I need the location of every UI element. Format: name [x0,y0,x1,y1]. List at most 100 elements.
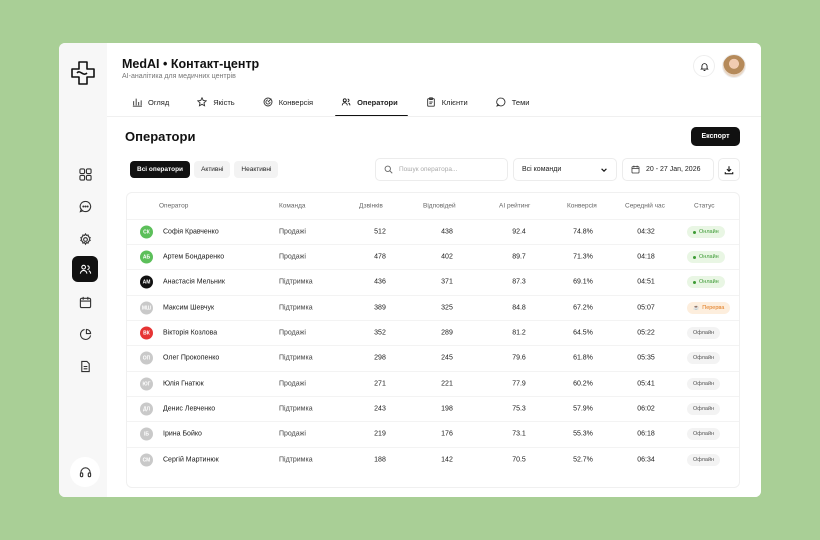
ai-rating-cell: 81.2 [512,329,526,337]
operator-name: Софія Кравченко [163,228,219,236]
team-cell: Підтримка [279,456,313,464]
calls-cell: 436 [374,278,386,286]
search-input[interactable] [399,166,499,173]
team-cell: Продажі [279,380,306,388]
calls-cell: 188 [374,456,386,464]
nav-reports-document-icon[interactable] [72,353,98,379]
conversion-cell: 55.3% [573,430,593,438]
nav-dashboard-grid-icon[interactable] [72,161,98,187]
ai-rating-cell: 77.9 [512,380,526,388]
header-status[interactable]: Статус [694,203,715,210]
avg-time-cell: 04:32 [637,228,655,236]
filter-all-operators[interactable]: Всі оператори [130,161,191,178]
nav-calendar-icon[interactable] [72,289,98,315]
sidebar [59,43,107,497]
support-headset-icon[interactable] [70,457,100,487]
calendar-icon [631,165,640,174]
status-label: Офлайн [693,330,715,336]
search-box [375,158,508,181]
team-cell: Продажі [279,430,306,438]
table-row[interactable]: ОП Олег Прокопенко Підтримка 298 245 79.6 61.8… [127,345,739,370]
team-cell: Підтримка [279,278,313,286]
tab-label: Якість [213,97,235,107]
avg-time-cell: 06:34 [637,456,655,464]
team-cell: Продажі [279,253,306,261]
answered-cell: 198 [441,405,453,413]
table-row[interactable]: АМ Анастасія Мельник Підтримка 436 371 87.3 69… [127,269,739,294]
tab-quality[interactable]: Якість [187,89,244,115]
table-row[interactable]: ІБ Ірина Бойко Продажі 219 176 73.1 55.3% 06:18… [127,421,739,446]
status-label: Офлайн [693,355,715,361]
users-icon [341,98,351,106]
answered-cell: 325 [441,304,453,312]
table-row[interactable]: ВК Вікторія Козлова Продажі 352 289 81.2 64.5%… [127,320,739,345]
header-ai-rating[interactable]: AI рейтинг [499,203,530,210]
download-icon[interactable] [718,158,740,181]
tab-topics[interactable]: Теми [486,89,540,115]
team-select[interactable]: Всі команди [513,158,617,181]
conversion-cell: 74.8% [573,228,593,236]
export-button[interactable]: Експорт [691,127,740,146]
table-row[interactable]: АБ Артем Бондаренко Продажі 478 402 89.7 71.3%… [127,244,739,269]
table-row[interactable]: ДЛ Денис Левченко Підтримка 243 198 75.3 57.9%… [127,396,739,421]
avg-time-cell: 04:18 [637,253,655,261]
operator-name: Юлія Гнатюк [163,380,204,388]
filter-inactive[interactable]: Неактивні [234,161,279,178]
nav-chat-icon[interactable] [72,193,98,219]
user-avatar[interactable] [722,54,746,78]
avatar: ОП [140,351,153,365]
tab-label: Оператори [357,97,398,107]
ai-rating-cell: 84.8 [512,304,526,312]
conversion-cell: 52.7% [573,456,593,464]
calls-cell: 271 [374,380,386,388]
nav-settings-gear-icon[interactable] [72,226,98,252]
answered-cell: 245 [441,354,453,362]
tab-conversion[interactable]: Конверсія [253,89,323,115]
avatar: ІБ [140,427,153,441]
answered-cell: 289 [441,329,453,337]
clipboard-icon [426,97,435,107]
date-range-picker[interactable]: 20 - 27 Jan, 2026 [622,158,714,181]
tab-overview[interactable]: Огляд [122,89,179,115]
ai-rating-cell: 92.4 [512,228,526,236]
operator-name: Ірина Бойко [163,430,202,438]
operator-name: Олег Прокопенко [163,354,220,362]
team-cell: Підтримка [279,304,313,312]
avatar: АБ [140,250,153,264]
conversion-cell: 71.3% [573,253,593,261]
avatar: МШ [140,301,153,315]
ai-rating-cell: 87.3 [512,278,526,286]
table-row[interactable]: МШ Максим Шевчук Підтримка 389 325 84.8 67.2% 0… [127,295,739,320]
filter-active[interactable]: Активні [194,161,231,178]
table-row[interactable]: СК Софія Кравченко Продажі 512 438 92.4 74.8% 0… [127,219,739,244]
avg-time-cell: 06:18 [637,430,655,438]
table-row[interactable]: ЮГ Юлія Гнатюк Продажі 271 221 77.9 60.2% 05:41… [127,371,739,396]
avatar: СК [140,225,153,239]
header-answered[interactable]: Відповідей [423,203,456,210]
avg-time-cell: 05:07 [637,304,655,312]
header-calls[interactable]: Дзвінків [359,203,383,210]
app-window: MedAI • Контакт-центр AI-аналітика для м… [59,43,761,497]
status-label: Онлайн [699,254,719,260]
ai-rating-cell: 70.5 [512,456,526,464]
ai-rating-cell: 79.6 [512,354,526,362]
tab-label: Клієнти [441,97,468,107]
notifications-bell-icon[interactable] [693,55,715,77]
nav-operators-icon[interactable] [72,256,98,282]
tab-clients[interactable]: Клієнти [416,89,478,115]
nav-analytics-pie-icon[interactable] [72,321,98,347]
calls-cell: 352 [374,329,386,337]
header-team[interactable]: Команда [279,203,305,210]
status-label: Офлайн [693,457,715,463]
status-label: Онлайн [699,279,719,285]
avatar: АМ [140,275,153,289]
online-dot-icon [693,280,696,284]
tab-operators[interactable]: Оператори [331,89,408,117]
tab-label: Теми [511,97,530,107]
table-row[interactable]: СМ Сергій Мартинюк Підтримка 188 142 70.5 52.7… [127,447,739,472]
header-conversion[interactable]: Конверсія [567,203,597,210]
header-operator[interactable]: Оператор [159,203,188,210]
header-avg-time[interactable]: Середній час [625,203,665,210]
operator-name: Денис Левченко [163,405,216,413]
status-label: Онлайн [699,229,719,235]
